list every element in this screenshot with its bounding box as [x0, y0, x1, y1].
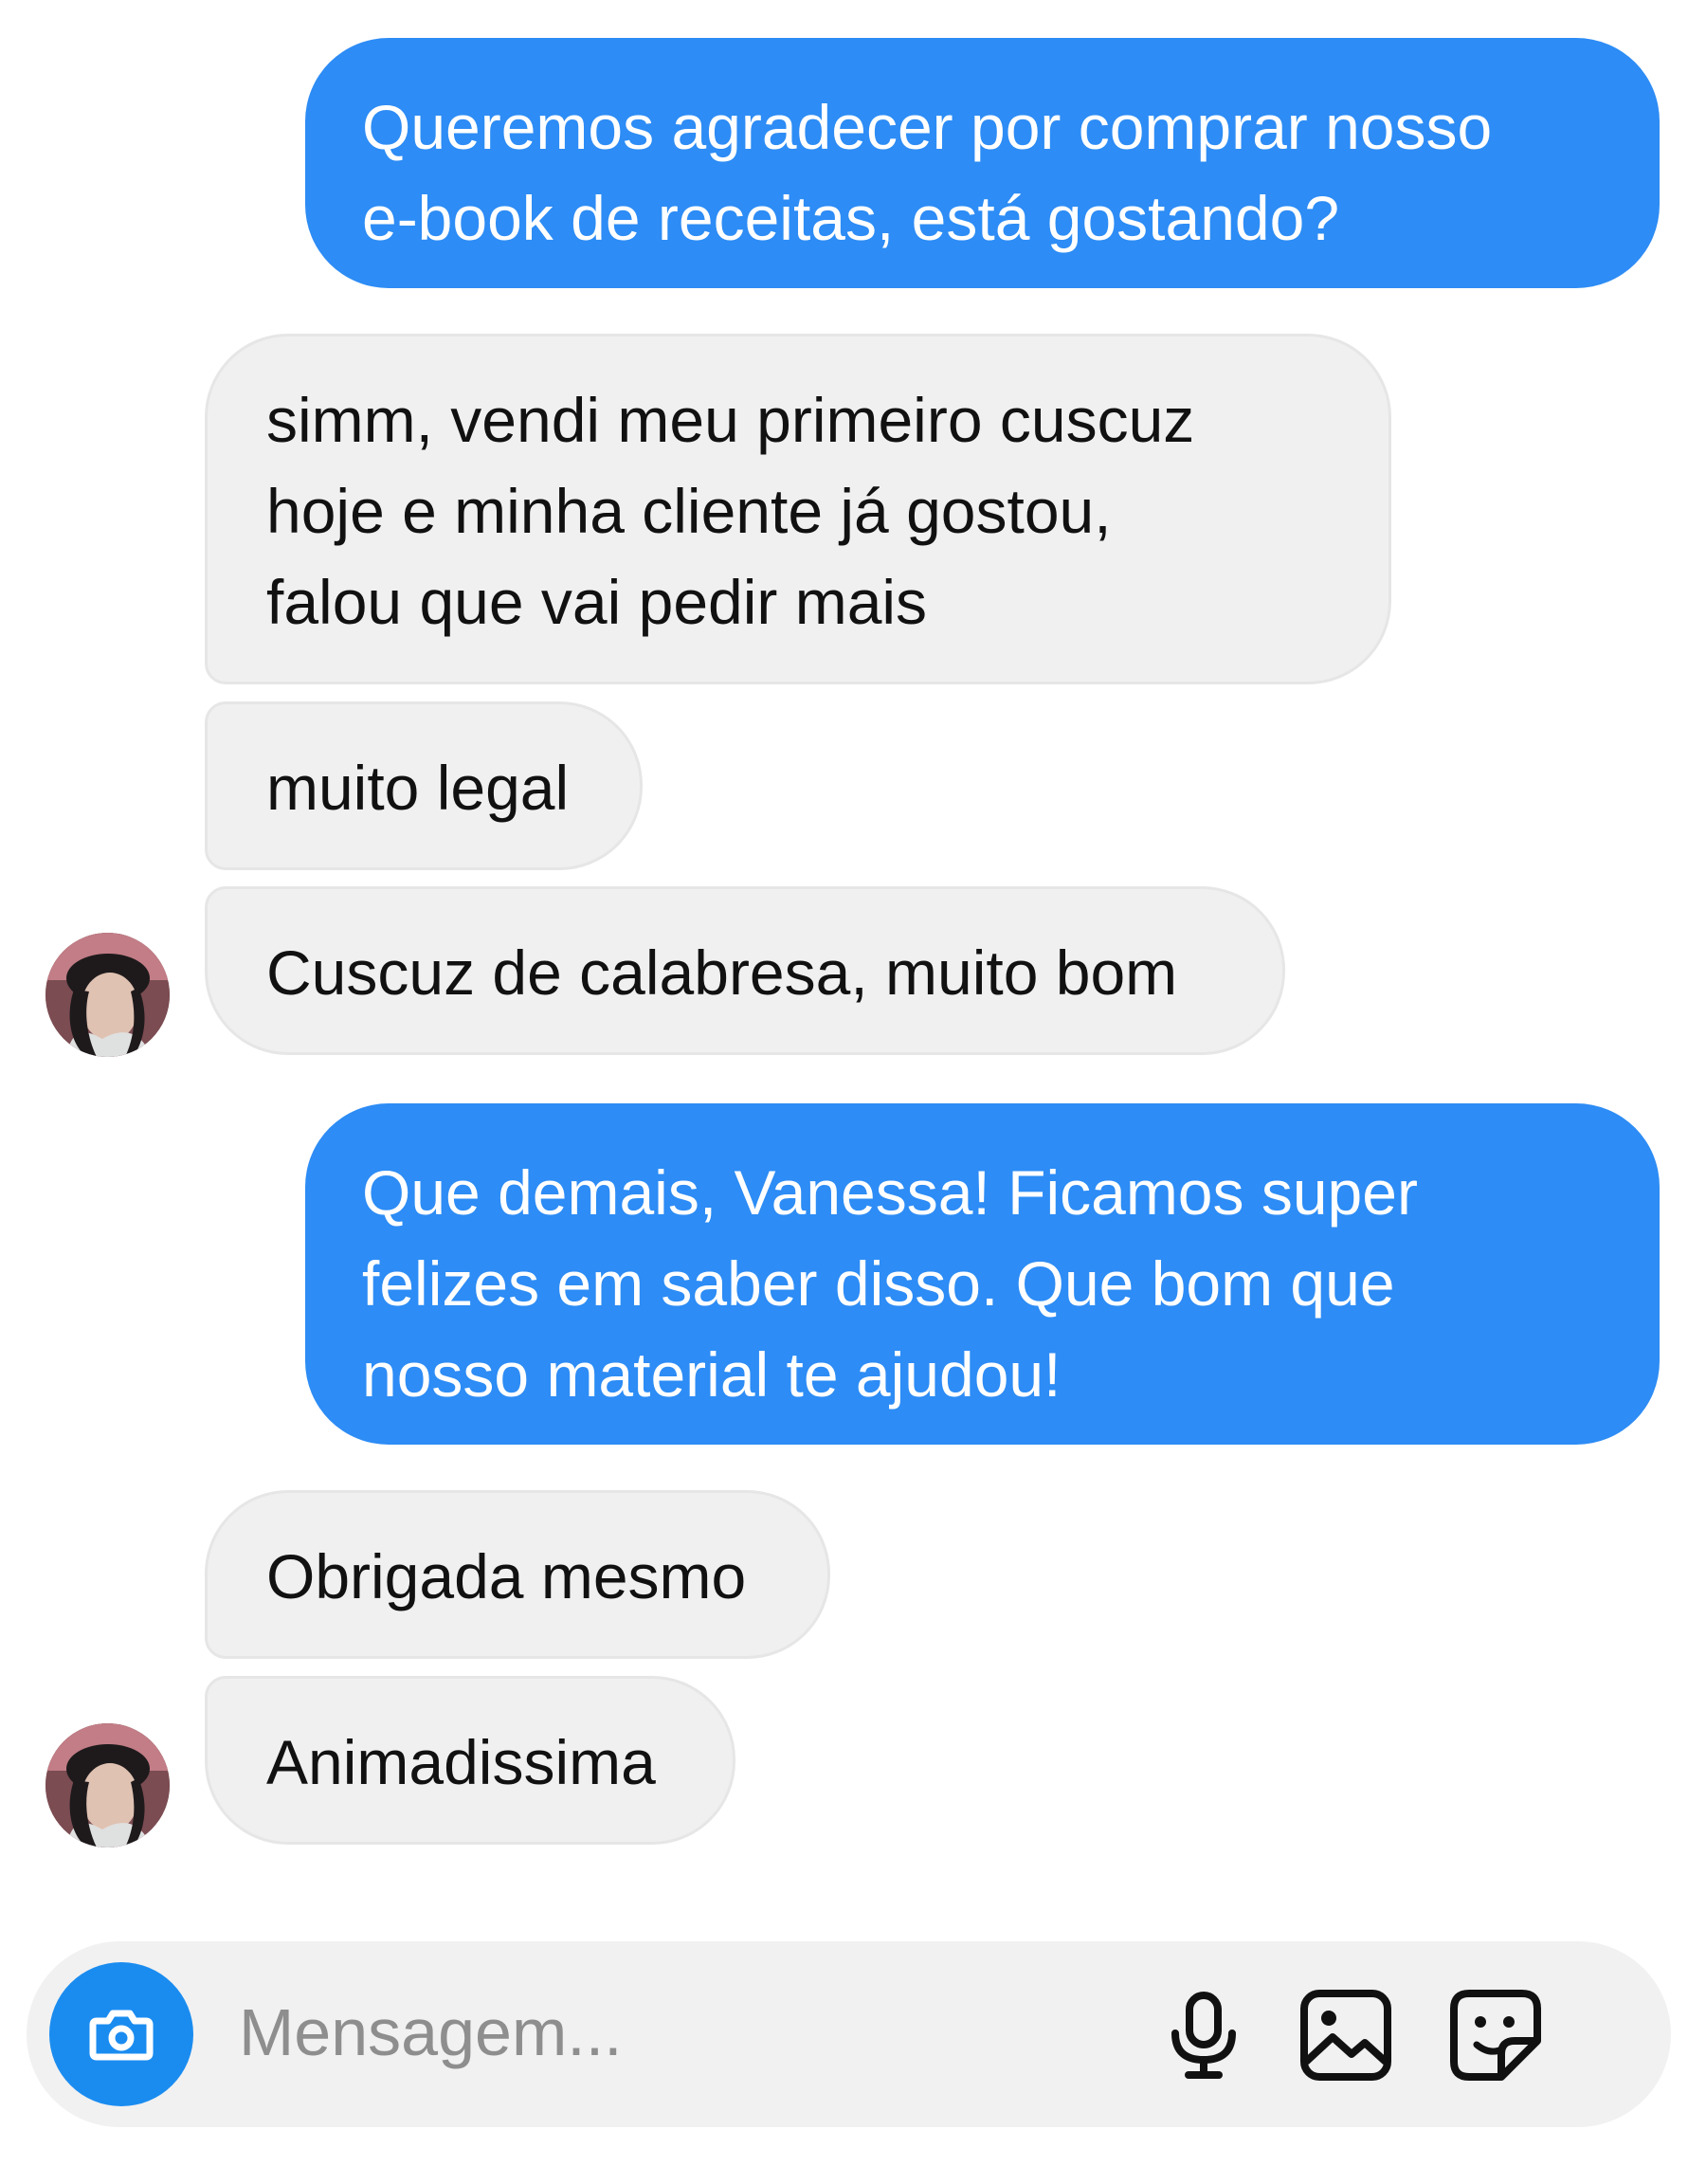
- avatar[interactable]: [45, 933, 170, 1057]
- message-input[interactable]: [239, 1975, 978, 2089]
- message-text-line: Cuscuz de calabresa, muito bom: [266, 937, 1178, 1008]
- message-incoming[interactable]: Animadissima: [205, 1676, 735, 1845]
- message-text-line: simm, vendi meu primeiro cuscuz: [266, 385, 1195, 455]
- message-incoming[interactable]: Obrigada mesmo: [205, 1490, 830, 1659]
- message-text-line: Que demais, Vanessa! Ficamos super: [362, 1157, 1418, 1228]
- message-text-line: Animadissima: [266, 1727, 656, 1797]
- message-incoming[interactable]: simm, vendi meu primeiro cuscuz hoje e m…: [205, 334, 1391, 684]
- message-outgoing[interactable]: Queremos agradecer por comprar nosso e-b…: [305, 38, 1660, 288]
- message-incoming[interactable]: Cuscuz de calabresa, muito bom: [205, 886, 1285, 1055]
- message-text-line: e-book de receitas, está gostando?: [362, 183, 1340, 253]
- message-text-line: felizes em saber disso. Que bom que: [362, 1248, 1395, 1319]
- gallery-icon[interactable]: [1297, 1986, 1395, 2084]
- avatar-photo: [45, 933, 170, 1057]
- microphone-icon[interactable]: [1154, 1986, 1253, 2084]
- avatar-photo: [45, 1723, 170, 1847]
- message-text-line: Obrigada mesmo: [266, 1541, 747, 1611]
- message-outgoing[interactable]: Que demais, Vanessa! Ficamos super feliz…: [305, 1103, 1660, 1445]
- message-text-line: Queremos agradecer por comprar nosso: [362, 92, 1493, 162]
- message-text-line: muito legal: [266, 753, 570, 823]
- message-text-line: nosso material te ajudou!: [362, 1339, 1062, 1410]
- message-text-line: hoje e minha cliente já gostou,: [266, 476, 1112, 546]
- message-text-line: falou que vai pedir mais: [266, 567, 928, 637]
- avatar[interactable]: [45, 1723, 170, 1847]
- camera-icon: [89, 2010, 154, 2061]
- camera-button[interactable]: [49, 1962, 193, 2106]
- message-composer: [27, 1941, 1671, 2127]
- sticker-icon[interactable]: [1446, 1986, 1545, 2084]
- message-incoming[interactable]: muito legal: [205, 701, 643, 870]
